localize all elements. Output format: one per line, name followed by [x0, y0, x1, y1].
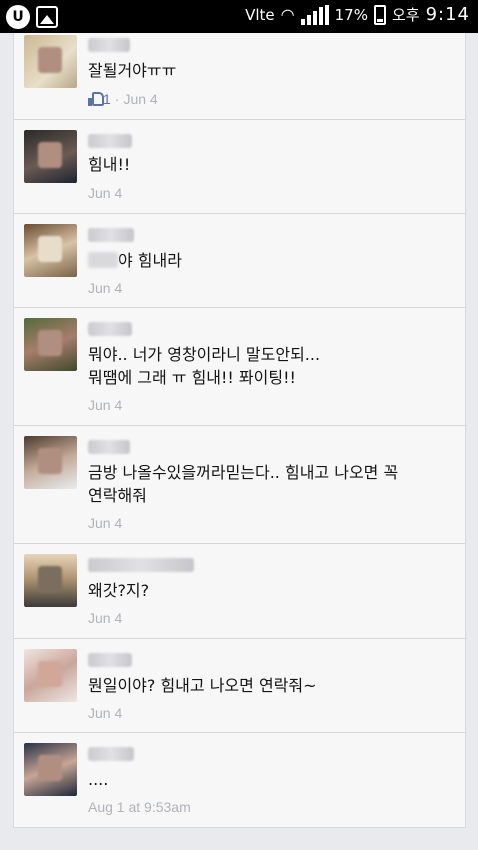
- comment-date: Jun 4: [88, 705, 123, 721]
- comment-item: 왜갓?지? Jun 4: [14, 544, 465, 639]
- like-count[interactable]: 1: [88, 91, 111, 107]
- comment-line: 뭐땜에 그래 ㅠ 힘내!! 퐈이팅!!: [88, 368, 296, 387]
- comment-line: 잘될거야ㅠㅠ: [88, 61, 177, 80]
- comment-text: 힘내!!: [88, 153, 130, 176]
- redacted-name: [88, 252, 118, 268]
- comment-line: 야 힘내라: [88, 249, 182, 272]
- comment-line-text: 야 힘내라: [118, 251, 182, 270]
- comment-line: 금방 나올수있을꺼라믿는다.. 힘내고 나오면 꼭: [88, 463, 399, 482]
- comment-meta: Jun 4: [88, 185, 122, 201]
- comment-date: Jun 4: [88, 515, 123, 531]
- comment-line: 뭔일이야? 힘내고 나오면 연락줘~: [88, 676, 317, 695]
- comment-text: 잘될거야ㅠㅠ: [88, 59, 176, 82]
- author-name-redacted[interactable]: [88, 747, 134, 761]
- comment-line: 뭐야.. 너가 영창이라니 말도안되...: [88, 345, 321, 364]
- author-name-redacted[interactable]: [88, 440, 130, 454]
- avatar[interactable]: [24, 436, 77, 489]
- author-name-redacted[interactable]: [88, 228, 134, 242]
- comment-meta: Aug 1 at 9:53am: [88, 799, 191, 815]
- comment-text: ....: [88, 768, 108, 791]
- avatar[interactable]: [24, 554, 77, 607]
- comment-item: 금방 나올수있을꺼라믿는다.. 힘내고 나오면 꼭 연락해줘 Jun 4: [14, 426, 465, 544]
- avatar[interactable]: [24, 318, 77, 371]
- comment-meta: Jun 4: [88, 397, 122, 413]
- author-name-redacted[interactable]: [88, 653, 132, 667]
- comment-line: ....: [88, 770, 109, 789]
- author-name-redacted[interactable]: [88, 558, 194, 572]
- comment-item: .... Aug 1 at 9:53am: [14, 733, 465, 828]
- comment-meta: Jun 4: [88, 280, 122, 296]
- comment-item: 힘내!! Jun 4: [14, 120, 465, 214]
- comment-text: 금방 나올수있을꺼라믿는다.. 힘내고 나오면 꼭 연락해줘: [88, 461, 398, 507]
- comment-meta: Jun 4: [88, 610, 122, 626]
- avatar[interactable]: [24, 743, 77, 796]
- avatar[interactable]: [24, 130, 77, 183]
- thumb-up-icon: [88, 91, 104, 106]
- author-name-redacted[interactable]: [88, 322, 132, 336]
- author-name-redacted[interactable]: [88, 38, 130, 52]
- comment-meta: Jun 4: [88, 705, 122, 721]
- comment-date: Jun 4: [88, 397, 123, 413]
- comment-item: 잘될거야ㅠㅠ 1 · Jun 4: [14, 0, 465, 120]
- comment-date: Jun 4: [88, 280, 123, 296]
- comment-item: 뭐야.. 너가 영창이라니 말도안되... 뭐땜에 그래 ㅠ 힘내!! 퐈이팅!…: [14, 308, 465, 426]
- comment-text: 왜갓?지?: [88, 579, 149, 602]
- comment-date: Aug 1 at 9:53am: [88, 799, 191, 815]
- comment-text: 뭐야.. 너가 영창이라니 말도안되... 뭐땜에 그래 ㅠ 힘내!! 퐈이팅!…: [88, 343, 320, 389]
- comment-text: 야 힘내라: [88, 249, 182, 272]
- comment-list[interactable]: 잘될거야ㅠㅠ 1 · Jun 4 힘내!! Jun 4 야 힘내라 Jun 4: [13, 33, 466, 828]
- comment-text: 뭔일이야? 힘내고 나오면 연락줘~: [88, 674, 317, 697]
- comment-line: 연락해줘: [88, 486, 147, 505]
- meta-separator: ·: [114, 91, 120, 107]
- comment-date: Jun 4: [123, 91, 158, 107]
- author-name-redacted[interactable]: [88, 134, 132, 148]
- comment-date: Jun 4: [88, 610, 123, 626]
- comment-line: 힘내!!: [88, 155, 131, 174]
- comment-item: 야 힘내라 Jun 4: [14, 214, 465, 308]
- comment-line: 왜갓?지?: [88, 581, 150, 600]
- comment-meta: 1 · Jun 4: [88, 91, 158, 107]
- like-count-value: 1: [103, 91, 111, 107]
- comment-meta: Jun 4: [88, 515, 122, 531]
- avatar[interactable]: [24, 35, 77, 88]
- avatar[interactable]: [24, 224, 77, 277]
- comment-item: 뭔일이야? 힘내고 나오면 연락줘~ Jun 4: [14, 639, 465, 733]
- avatar[interactable]: [24, 649, 77, 702]
- comment-date: Jun 4: [88, 185, 123, 201]
